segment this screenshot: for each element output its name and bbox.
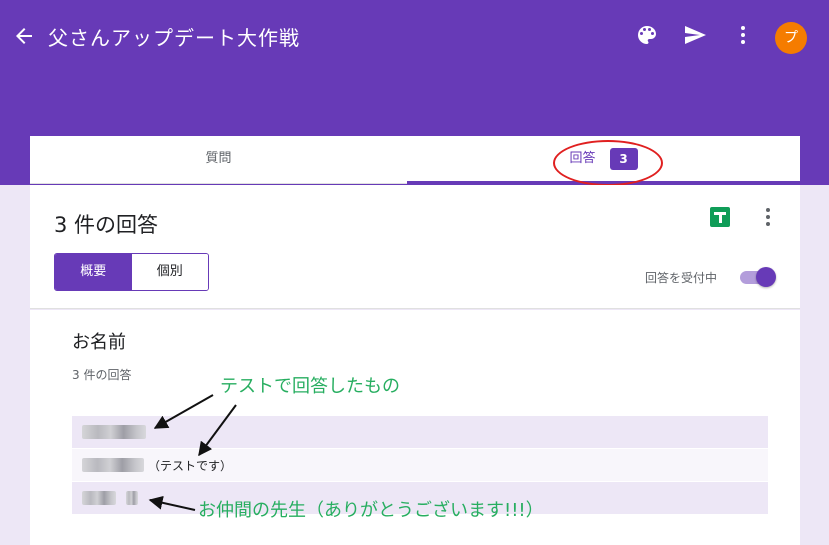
question-response-count: 3 件の回答 (72, 368, 132, 382)
tab-responses-label: 回答 (569, 151, 596, 166)
view-toggle: 概要 個別 (54, 253, 209, 291)
palette-icon[interactable] (635, 23, 659, 47)
redacted-name (82, 425, 146, 439)
send-icon[interactable] (683, 23, 707, 47)
response-count-badge: 3 (609, 147, 638, 170)
tab-questions[interactable]: 質問 (30, 136, 407, 184)
back-arrow-icon[interactable] (12, 24, 36, 48)
accepting-responses-label: 回答を受付中 (645, 271, 718, 285)
redacted-name (126, 491, 138, 505)
account-avatar[interactable]: プ (775, 22, 807, 54)
responses-more-icon[interactable] (758, 205, 778, 229)
tab-questions-label: 質問 (205, 151, 232, 166)
answer-row: （テストです） (72, 449, 768, 481)
form-tabs: 質問 回答 3 (30, 136, 800, 184)
redacted-name (82, 458, 144, 472)
accepting-responses-toggle[interactable] (738, 267, 776, 287)
answer-suffix: （テストです） (148, 459, 233, 473)
sheets-icon[interactable] (710, 207, 730, 227)
test-response-annotation: テストで回答したもの (220, 376, 400, 397)
toggle-thumb (756, 267, 776, 287)
more-vert-icon[interactable] (731, 23, 755, 47)
tab-responses[interactable]: 回答 3 (407, 136, 800, 184)
individual-view-button[interactable]: 個別 (131, 254, 208, 290)
responses-summary-card: 3 件の回答 概要 個別 回答を受付中 (30, 185, 800, 309)
summary-view-button[interactable]: 概要 (55, 254, 132, 290)
question-title: お名前 (72, 332, 126, 353)
answer-row (72, 416, 768, 448)
teacher-response-annotation: お仲間の先生（ありがとうございます!!!） (198, 500, 544, 521)
response-count-heading: 3 件の回答 (54, 213, 159, 237)
redacted-name (82, 491, 116, 505)
form-title: 父さんアップデート大作戦 (48, 26, 300, 50)
